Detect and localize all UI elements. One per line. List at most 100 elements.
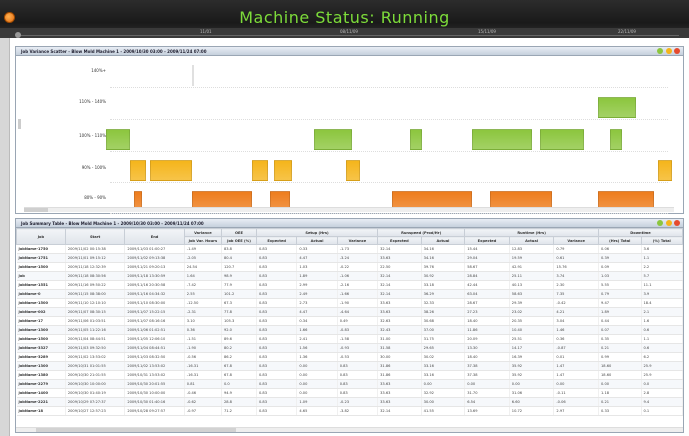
table-cell: 30.00	[421, 397, 466, 407]
column-header[interactable]: Expected	[255, 236, 298, 245]
job-bar[interactable]	[252, 160, 268, 181]
column-header[interactable]: Actual	[420, 236, 466, 245]
table-cell: -1.90	[184, 343, 222, 353]
table-row[interactable]: Job 2009/11/18 08:30:56 2009/11/18 13:30:5…	[16, 271, 683, 281]
table-horizontal-scrollbar[interactable]	[16, 427, 683, 432]
table-cell: 0.0	[221, 379, 258, 389]
table-cell: 0.1	[641, 406, 683, 416]
close-icon[interactable]	[674, 48, 680, 54]
table-row[interactable]: JobName-3289 2009/11/02 13:53:02 2009/11/0…	[16, 352, 683, 362]
table-cell: 0.83	[337, 388, 379, 398]
column-header[interactable]: (%) Total	[640, 236, 683, 245]
table-cell: 32.14	[377, 271, 422, 281]
table-cell: 0.83	[256, 388, 298, 398]
table-cell: 0.36	[553, 334, 600, 344]
column-header[interactable]: Job OEE (%)	[220, 236, 258, 245]
table-cell: 2009/11/01 09:15:12	[65, 253, 126, 263]
table-row[interactable]: JobName-18 2009/10/27 12:57:23 2009/10/28 …	[16, 406, 683, 416]
table-row[interactable]: JobName-2279 2009/10/30 10:00:00 2009/10/3…	[16, 379, 683, 389]
table-row[interactable]: JobName-3327 2009/11/03 09:32:50 2009/11/0…	[16, 343, 683, 353]
column-header[interactable]: Variance	[553, 236, 600, 245]
restore-icon[interactable]	[657, 48, 664, 54]
close-icon[interactable]	[674, 220, 680, 226]
job-name-cell: JobName-1400	[16, 388, 66, 398]
column-header[interactable]: (Hrs) Total	[598, 236, 642, 245]
table-cell: 36.29	[421, 289, 466, 299]
column-header[interactable]: Actual	[296, 236, 338, 245]
minimize-icon[interactable]	[665, 220, 672, 226]
panel-resize-handle[interactable]	[18, 119, 21, 129]
table-cell: 13.30	[464, 343, 510, 353]
job-name-cell: JobName-1300	[16, 325, 66, 335]
job-bar[interactable]	[192, 65, 194, 86]
job-bar[interactable]	[472, 129, 532, 150]
minimize-icon[interactable]	[665, 48, 672, 54]
table-row[interactable]: JobName-1500 2009/11/18 12:32:39 2009/11/2…	[16, 262, 683, 272]
job-bar[interactable]	[314, 129, 352, 150]
timeline-track[interactable]	[20, 35, 679, 36]
table-row[interactable]: JobName-17 2009/11/06 01:03:51 2009/11/07 …	[16, 316, 683, 326]
column-header-end[interactable]: End	[124, 228, 185, 245]
job-bar[interactable]	[610, 129, 622, 150]
job-bar[interactable]	[274, 160, 292, 181]
gantt-horizontal-scrollbar[interactable]	[24, 207, 674, 212]
table-cell: 34.16	[421, 244, 466, 254]
column-header[interactable]: Expected	[464, 236, 510, 245]
column-header[interactable]: Expected	[377, 236, 422, 245]
scrollbar-thumb[interactable]	[24, 208, 48, 212]
table-cell: 32.33	[421, 298, 466, 308]
table-cell: 0.83	[256, 406, 298, 416]
table-cell: 0.83	[337, 370, 379, 380]
column-header[interactable]: Variance	[336, 236, 379, 245]
table-row[interactable]: JobName-1500 2009/11/04 08:44:51 2009/11/0…	[16, 334, 683, 344]
restore-icon[interactable]	[657, 220, 664, 226]
table-cell: 2009/10/31 01:01:55	[65, 361, 126, 371]
table-cell: 0.39	[598, 253, 642, 263]
table-row[interactable]: JobName-1300 2009/11/05 11:22:16 2009/11/0…	[16, 325, 683, 335]
table-cell: 29.04	[464, 253, 510, 263]
table-row[interactable]: JobName-1750 2009/11/02 00:15:38 2009/11/0…	[16, 244, 683, 254]
table-cell: 2.1	[641, 307, 683, 317]
table-cell: 31.58	[377, 343, 422, 353]
table-row[interactable]: JobName-1751 2009/11/01 09:15:12 2009/11/0…	[16, 253, 683, 263]
job-bar[interactable]	[346, 160, 360, 181]
table-row[interactable]: JobName-1300 2009/10/31 01:01:55 2009/11/0…	[16, 361, 683, 371]
job-bar[interactable]	[106, 129, 130, 150]
table-cell: -0.62	[184, 397, 222, 407]
column-header-job[interactable]: Job	[16, 228, 66, 245]
job-name-cell: JobName-1500	[16, 334, 66, 344]
table-cell: 23.02	[509, 307, 555, 317]
job-name-cell: JobName-002	[16, 307, 66, 317]
job-bar[interactable]	[130, 160, 146, 181]
timeline-handle[interactable]	[15, 32, 21, 38]
column-header[interactable]: Actual	[508, 236, 555, 245]
table-cell: 33.63	[377, 307, 422, 317]
table-row[interactable]: JobName-1380 2009/10/30 21:01:55 2009/10/3…	[16, 370, 683, 380]
table-row[interactable]: JobName-002 2009/11/07 08:30:15 2009/11/07…	[16, 307, 683, 317]
table-row[interactable]: JobName-1400 2009/10/30 01:40:19 2009/10/3…	[16, 388, 683, 398]
table-cell: 0.00	[598, 379, 642, 389]
table-row[interactable]: JobName-0 2009/11/15 08:38:00 2009/11/16 0…	[16, 289, 683, 299]
table-row[interactable]: JobName-1500 2009/11/10 12:10:10 2009/11/1…	[16, 298, 683, 308]
table-row[interactable]: JobName-2221 2009/10/29 07:27:37 2009/10/3…	[16, 397, 683, 407]
job-bar[interactable]	[150, 160, 192, 181]
table-row[interactable]: JobName-1551 2009/11/16 09:50:22 2009/11/1…	[16, 280, 683, 290]
scrollbar-thumb[interactable]	[36, 428, 236, 432]
table-cell: 58.63	[509, 289, 555, 299]
timeline-slider[interactable]: 11/01 08/11/09 15/11/09 22/11/09	[0, 28, 689, 38]
table-cell: 2009/11/02 09:13:38	[124, 253, 185, 263]
table-cell: 1.89	[296, 271, 338, 281]
job-bar[interactable]	[410, 129, 422, 150]
table-cell: 2009/11/04 08:44:51	[124, 343, 185, 353]
table-cell: 0.79	[553, 244, 600, 254]
table-cell: 31.70	[464, 388, 510, 398]
job-bar[interactable]	[540, 129, 584, 150]
job-bar[interactable]	[658, 160, 672, 181]
job-bar[interactable]	[598, 97, 636, 118]
table-cell: 33.63	[377, 397, 422, 407]
table-cell: 0.83	[256, 316, 298, 326]
column-header[interactable]: Job Var. Hours	[183, 236, 222, 245]
column-header-start[interactable]: Start	[64, 228, 126, 245]
table-cell: 0.6	[641, 325, 683, 335]
table-cell: 0.36	[184, 325, 222, 335]
